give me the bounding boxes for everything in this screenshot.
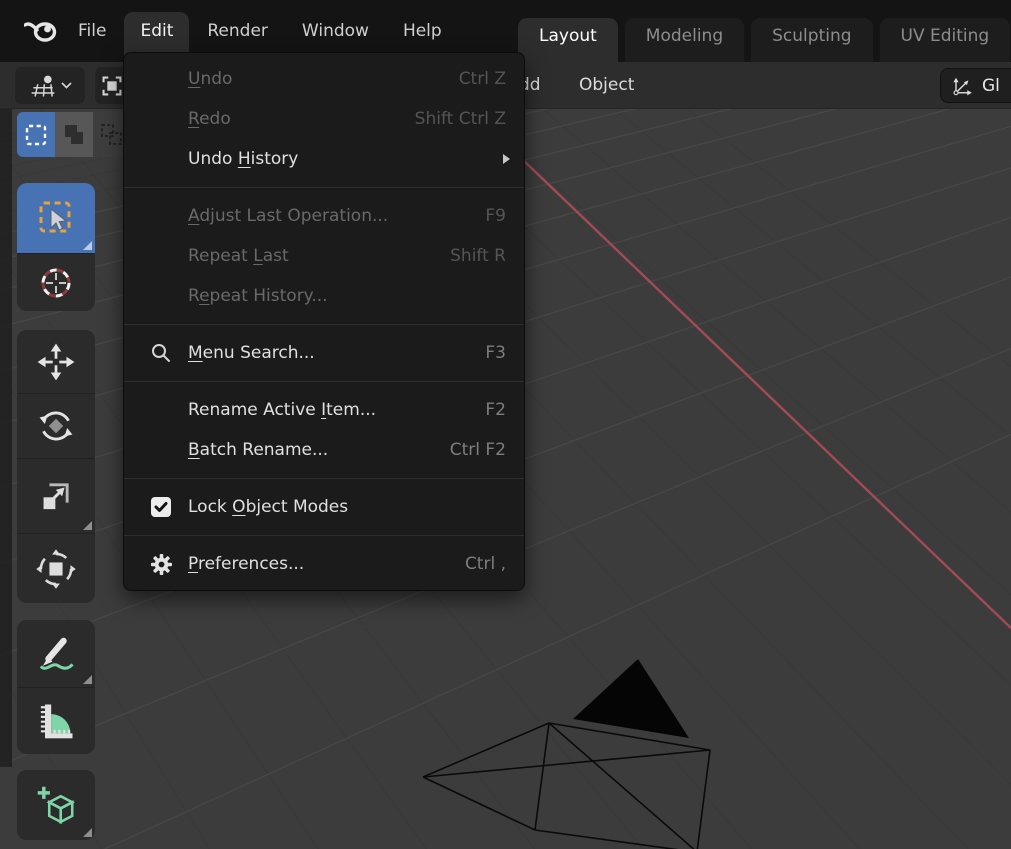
menu-separator xyxy=(124,187,524,188)
tool-options-indicator xyxy=(83,521,92,530)
gear-icon xyxy=(144,553,178,576)
cursor-icon xyxy=(34,261,78,305)
viewport-left-shade xyxy=(0,62,12,767)
scale-icon xyxy=(35,475,77,517)
orientation-axes-icon xyxy=(949,74,975,98)
workspace-tabs: LayoutModelingSculptingUV Editing xyxy=(518,0,1010,62)
menubar-item-help[interactable]: Help xyxy=(387,12,458,50)
menu-item-label: Repeat History... xyxy=(188,286,506,306)
search-icon xyxy=(144,342,178,364)
menu-item-undo-history[interactable]: Undo History xyxy=(124,139,524,179)
menu-item-label: Menu Search... xyxy=(188,343,485,363)
orientation-label: Gl xyxy=(982,76,1000,96)
transform-icon xyxy=(35,548,77,590)
menu-item-repeat-last: Repeat LastShift R xyxy=(124,236,524,276)
tab-layout[interactable]: Layout xyxy=(518,18,618,62)
menu-item-label: Rename Active Item... xyxy=(188,400,485,420)
menubar-item-window[interactable]: Window xyxy=(286,12,385,50)
menu-item-shortcut: Ctrl F2 xyxy=(450,440,506,460)
menu-item-lock-object-modes[interactable]: Lock Object Modes xyxy=(124,487,524,527)
toolbar-group-add xyxy=(17,770,95,840)
tool-options-indicator xyxy=(83,675,92,684)
menu-item-label: Adjust Last Operation... xyxy=(188,206,485,226)
select-mode-row xyxy=(17,112,131,157)
tool-add-cube-button[interactable] xyxy=(17,770,95,840)
tool-transform-button[interactable] xyxy=(17,533,95,603)
tool-move-button[interactable] xyxy=(17,330,95,393)
menu-item-menu-search[interactable]: Menu Search...F3 xyxy=(124,333,524,373)
submenu-arrow-icon xyxy=(503,154,510,164)
menu-item-shortcut: Shift Ctrl Z xyxy=(415,109,506,129)
lasso-select-icon xyxy=(99,122,125,148)
move-icon xyxy=(35,341,77,383)
edit-menu-dropdown: UndoCtrl ZRedoShift Ctrl ZUndo HistoryAd… xyxy=(123,52,525,591)
transform-orientation-button[interactable]: Gl xyxy=(940,68,1011,103)
tool-cursor-button[interactable] xyxy=(17,253,95,311)
checkbox-checked-icon xyxy=(144,496,178,518)
add-cube-icon xyxy=(33,782,79,828)
menu-item-rename-active-item[interactable]: Rename Active Item...F2 xyxy=(124,390,524,430)
menubar-item-file[interactable]: File xyxy=(62,12,122,50)
tab-modeling[interactable]: Modeling xyxy=(625,18,744,62)
menu-separator xyxy=(124,324,524,325)
camera-up-triangle xyxy=(573,659,689,738)
menu-item-label: Lock Object Modes xyxy=(188,497,506,517)
menu-item-shortcut: Ctrl , xyxy=(465,554,506,574)
rotate-icon xyxy=(35,405,77,447)
menu-item-shortcut: F2 xyxy=(485,400,506,420)
menu-item-label: Preferences... xyxy=(188,554,465,574)
toolbar-group-transform xyxy=(17,330,95,603)
menu-separator xyxy=(124,535,524,536)
viewport-3d-icon xyxy=(28,72,58,100)
menu-item-shortcut: Shift R xyxy=(450,246,506,266)
tab-sculpting[interactable]: Sculpting xyxy=(751,18,872,62)
menu-item-adjust-last-operation: Adjust Last Operation...F9 xyxy=(124,196,524,236)
toolbar-group-select xyxy=(17,183,95,311)
menu-item-shortcut: Ctrl Z xyxy=(459,69,506,89)
blender-window: FileEditRenderWindowHelp LayoutModelingS… xyxy=(0,0,1011,849)
object-mode-icon xyxy=(95,71,123,101)
tool-select-box-button[interactable] xyxy=(17,183,95,253)
object-mode-button[interactable] xyxy=(95,67,123,104)
toolbar-group-annotate xyxy=(17,620,95,754)
menu-item-label: Undo History xyxy=(188,149,506,169)
tool-scale-button[interactable] xyxy=(17,458,95,533)
tool-annotate-button[interactable] xyxy=(17,620,95,687)
menu-item-undo: UndoCtrl Z xyxy=(124,59,524,99)
tool-options-indicator xyxy=(83,828,92,837)
object-menu-label: Object xyxy=(579,75,634,95)
menu-item-label: Repeat Last xyxy=(188,246,450,266)
menu-item-label: Redo xyxy=(188,109,415,129)
select-box-icon xyxy=(33,195,79,241)
menu-item-redo: RedoShift Ctrl Z xyxy=(124,99,524,139)
tweak-select-mode-button[interactable] xyxy=(17,112,55,157)
annotate-icon xyxy=(34,632,78,676)
blender-logo-icon[interactable] xyxy=(24,14,60,48)
menu-item-shortcut: F3 xyxy=(485,343,506,363)
menu-item-batch-rename[interactable]: Batch Rename...Ctrl F2 xyxy=(124,430,524,470)
menu-item-label: Batch Rename... xyxy=(188,440,450,460)
tool-measure-button[interactable] xyxy=(17,687,95,754)
menu-item-repeat-history: Repeat History... xyxy=(124,276,524,316)
menubar-item-render[interactable]: Render xyxy=(191,12,284,50)
editor-type-button[interactable] xyxy=(15,67,85,104)
menu-item-shortcut: F9 xyxy=(485,206,506,226)
object-menu[interactable]: Object xyxy=(579,62,634,108)
chevron-down-icon xyxy=(61,82,72,89)
tab-uv-editing[interactable]: UV Editing xyxy=(880,18,1011,62)
menu-item-label: Undo xyxy=(188,69,459,89)
menu-separator xyxy=(124,381,524,382)
menu-item-preferences[interactable]: Preferences...Ctrl , xyxy=(124,544,524,584)
tool-options-indicator xyxy=(83,241,92,250)
box-select-mode-button[interactable] xyxy=(55,112,93,157)
tool-rotate-button[interactable] xyxy=(17,393,95,458)
tweak-select-icon xyxy=(23,122,49,148)
measure-icon xyxy=(34,699,78,743)
box-select-icon xyxy=(61,122,87,148)
menu-separator xyxy=(124,478,524,479)
